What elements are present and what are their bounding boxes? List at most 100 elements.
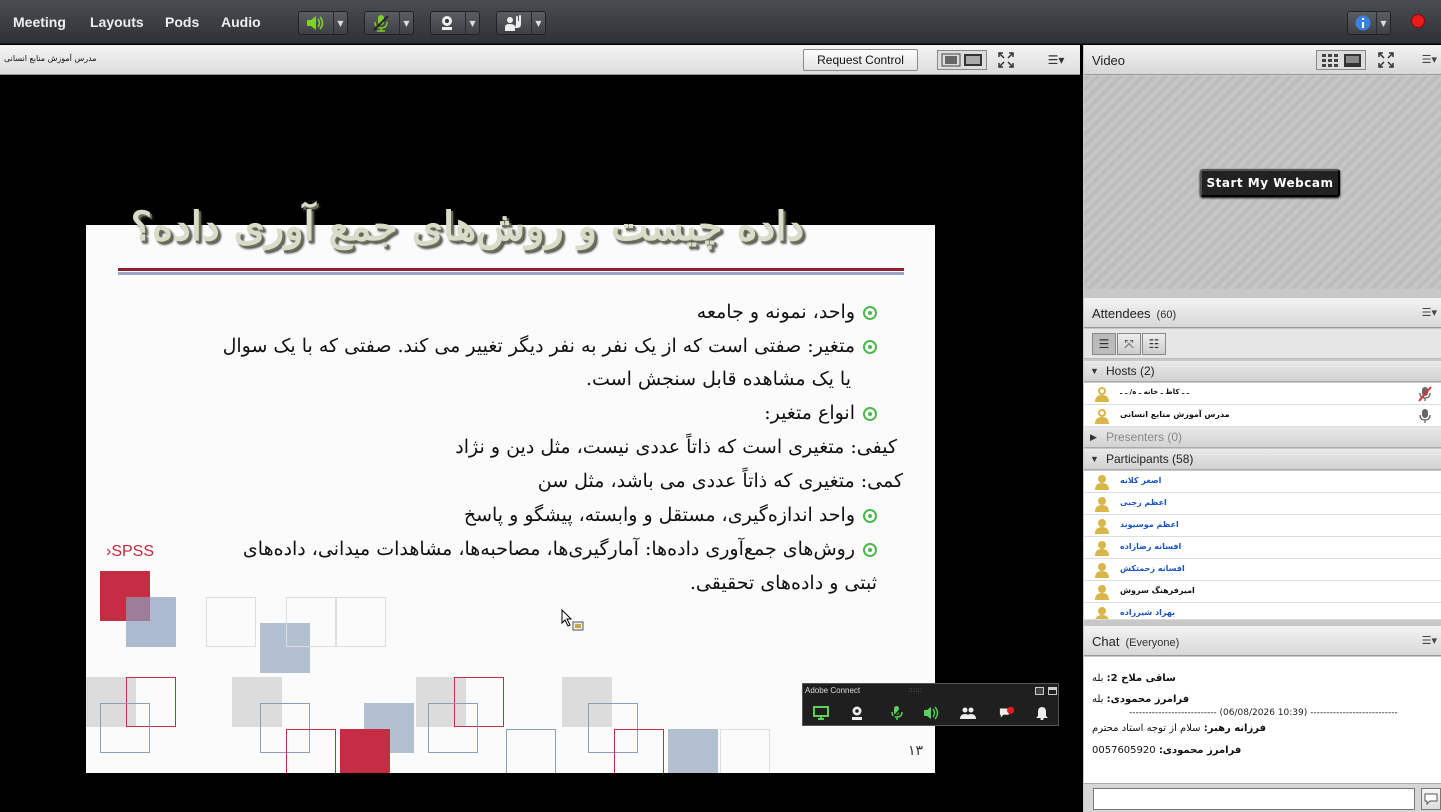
chat-pod-title: Chat (Everyone) — [1092, 634, 1179, 649]
chevron-down-icon[interactable]: ▼ — [531, 12, 545, 34]
chevron-down-icon[interactable]: ▼ — [399, 12, 413, 34]
slide-bullet: واحد، نمونه و جامعه — [697, 301, 877, 323]
grid-layout-icon — [1322, 54, 1361, 67]
chat-title: Chat — [1092, 634, 1120, 649]
speaker-button[interactable]: ▼ — [298, 11, 348, 35]
fullscreen-icon[interactable] — [996, 50, 1016, 70]
view-mode-toggle[interactable] — [937, 50, 987, 70]
speaker-icon[interactable] — [923, 706, 939, 720]
decor-square — [126, 597, 176, 647]
bullet-icon — [863, 407, 877, 421]
chat-notification-icon[interactable] — [999, 706, 1015, 720]
decor-square — [100, 703, 150, 753]
participant-name: اصغر کلانه — [1120, 476, 1162, 485]
participant-name: اعظم موسیوند — [1120, 520, 1179, 529]
attendee-row[interactable]: مدرس آموزش منابع انسانی — [1084, 405, 1441, 427]
view-mode-icon — [941, 53, 982, 67]
chat-message: فرامرز محمودی: بله — [1092, 694, 1189, 705]
adobe-connect-mini-bar[interactable]: Adobe Connect :::::: — [802, 683, 1059, 726]
chat-message: ساقی ملاح 2: بله — [1092, 673, 1176, 684]
participant-name: بهزاد شیرزاده — [1120, 608, 1176, 617]
participant-row[interactable]: اصغر کلانه — [1084, 471, 1441, 493]
host-user-icon — [1095, 409, 1109, 424]
menu-meeting[interactable]: Meeting — [13, 14, 66, 30]
bullet-icon — [863, 543, 877, 557]
list-view-icon[interactable]: ☰ — [1092, 333, 1116, 355]
host-user-icon — [1095, 387, 1109, 402]
decor-square — [340, 729, 390, 773]
attendees-icon[interactable] — [960, 706, 976, 720]
user-icon — [1095, 607, 1109, 619]
slide-line: کیفی: متغیری است که ذاتاً عددی نیست، مثل… — [455, 436, 897, 458]
chevron-down-icon[interactable]: ▼ — [333, 12, 347, 34]
chat-sender: ساقی ملاح 2: — [1106, 673, 1176, 684]
breakout-view-icon[interactable]: ⤧ — [1117, 333, 1141, 355]
bullet-icon — [863, 340, 877, 354]
raise-hand-icon — [497, 12, 529, 34]
fullscreen-icon[interactable] — [1376, 50, 1396, 70]
microphone-button[interactable]: ▼ — [364, 11, 414, 35]
chat-input[interactable] — [1093, 788, 1415, 810]
recording-indicator-icon[interactable] — [1411, 14, 1425, 28]
chat-sender: فرزانه رهبر: — [1203, 723, 1267, 734]
bullet-icon — [863, 509, 877, 523]
slide-line: ثبتی و داده‌های تحقیقی. — [689, 572, 877, 594]
decor-square — [506, 729, 556, 773]
pod-options-menu-icon[interactable]: ☰▾ — [1422, 306, 1437, 319]
microphone-active-icon — [1419, 409, 1431, 423]
chat-sender: فرامرز محمودی: — [1158, 745, 1242, 756]
slide-divider — [118, 268, 904, 271]
participant-row[interactable]: امیرفرهنگ سروش — [1084, 581, 1441, 603]
slide-divider — [118, 272, 904, 275]
attendees-count: (60) — [1156, 309, 1177, 321]
participant-row[interactable]: افسانه زحمتکش — [1084, 559, 1441, 581]
attendees-pod-title: Attendees (60) — [1092, 306, 1176, 321]
attendees-pod-header: Attendees (60) ☰▾ — [1084, 298, 1441, 328]
menu-pods[interactable]: Pods — [165, 14, 199, 30]
participant-row[interactable]: افسانه رضازاده — [1084, 537, 1441, 559]
slide-title: داده چیست و روش‌های جمع آوری داده؟ — [130, 203, 805, 250]
minimize-icon[interactable] — [1035, 687, 1044, 695]
notifications-bell-icon[interactable] — [1034, 706, 1050, 720]
maximize-icon[interactable] — [1048, 687, 1057, 695]
microphone-icon[interactable] — [889, 705, 905, 721]
chat-date-separator: --------------------------- (06/08/2026 … — [1129, 708, 1398, 718]
participant-row[interactable]: اعظم رجبی — [1084, 493, 1441, 515]
chat-bubble-icon — [1424, 793, 1438, 805]
presenters-section[interactable]: ▶ Presenters (0) — [1084, 427, 1441, 448]
pod-options-menu-icon[interactable]: ☰▾ — [1422, 634, 1437, 647]
attendee-row[interactable]: ـ ـ کاظ ـ خانه ـ ه/ ـ ـ — [1084, 383, 1441, 405]
chevron-down-icon[interactable]: ▼ — [1376, 12, 1390, 34]
chat-text: 0057605920 — [1092, 745, 1156, 756]
speaker-icon — [299, 12, 331, 34]
chevron-down-icon[interactable]: ▼ — [465, 12, 479, 34]
participants-section[interactable]: ▼ Participants (58) — [1084, 449, 1441, 470]
attendee-name: مدرس آموزش منابع انسانی — [1120, 410, 1230, 419]
menu-layouts[interactable]: Layouts — [90, 14, 144, 30]
webcam-icon — [431, 12, 463, 34]
raise-hand-button[interactable]: ▼ — [496, 11, 546, 35]
status-view-icon[interactable]: ☷ — [1142, 333, 1166, 355]
user-icon — [1095, 475, 1109, 490]
presenters-label: Presenters (0) — [1106, 430, 1183, 444]
participant-row[interactable]: اعظم موسیوند — [1084, 515, 1441, 537]
webcam-icon[interactable] — [849, 706, 865, 720]
slide-bullet: روش‌های جمع‌آوری داده‌ها: آمارگیری‌ها، م… — [243, 538, 877, 560]
pod-options-menu-icon[interactable]: ☰▾ — [1045, 50, 1067, 70]
help-button[interactable]: ▼ — [1347, 11, 1391, 35]
share-pod-title: مدرس آموزش منابع انسانی — [4, 54, 97, 63]
participant-row[interactable]: بهزاد شیرزاده — [1084, 603, 1441, 620]
share-screen-icon[interactable] — [813, 706, 829, 720]
video-pod-title: Video — [1092, 53, 1126, 68]
drag-handle-icon[interactable]: :::::: — [908, 686, 922, 694]
pod-options-menu-icon[interactable]: ☰▾ — [1422, 53, 1437, 66]
chat-text: سلام از توجه استاد محترم — [1092, 723, 1201, 734]
request-control-button[interactable]: Request Control — [803, 49, 918, 71]
webcam-button[interactable]: ▼ — [430, 11, 480, 35]
video-layout-toggle[interactable] — [1316, 50, 1366, 70]
chat-send-button[interactable] — [1421, 788, 1441, 810]
bullet-icon — [863, 306, 877, 320]
menu-audio[interactable]: Audio — [221, 14, 261, 30]
hosts-section[interactable]: ▼ Hosts (2) — [1084, 361, 1441, 382]
start-webcam-button[interactable]: Start My Webcam — [1200, 169, 1340, 197]
